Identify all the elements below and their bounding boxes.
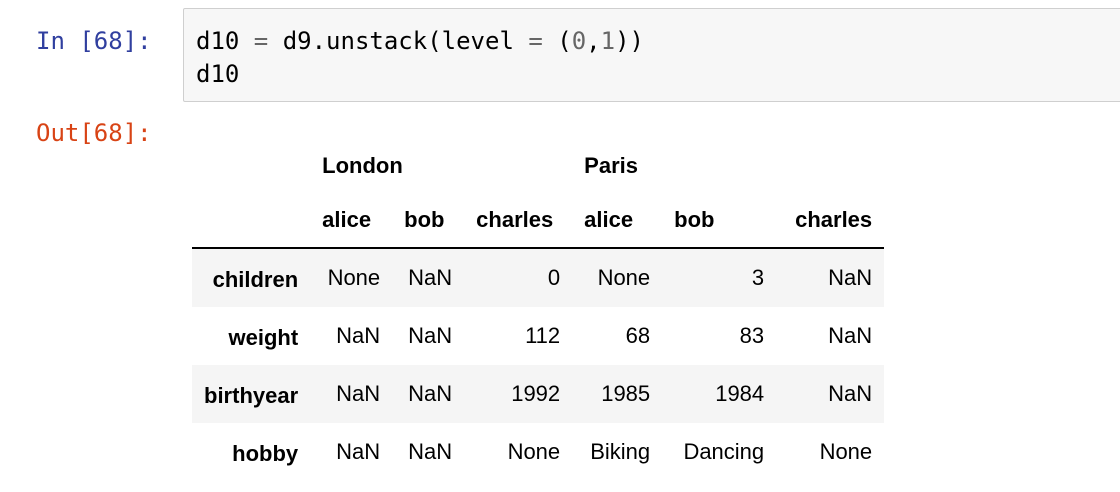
table-cell: 83: [739, 323, 765, 348]
table-cell: NaN: [408, 439, 453, 464]
column-header-level1: alice bob charles alice bob charles: [192, 193, 885, 249]
table-cell: NaN: [828, 265, 873, 290]
column-header: charles: [776, 193, 885, 249]
code-token: d9.unstack(level: [268, 27, 529, 55]
table-cell: 3: [751, 265, 765, 290]
code-token: d10: [196, 27, 254, 55]
column-group-london: London: [322, 153, 403, 178]
input-prompt: In [68]:: [36, 27, 152, 55]
column-group-paris: Paris: [584, 153, 638, 178]
code-number: 0: [571, 27, 587, 55]
table-cell: 1985: [601, 381, 651, 406]
code-token: (: [542, 27, 572, 55]
table-row: birthyear NaN NaN 1992 1985 1984 NaN: [192, 365, 885, 423]
table-cell: 0: [547, 265, 561, 290]
output-prompt: Out[68]:: [36, 119, 152, 147]
index-header-blank: [192, 139, 310, 193]
code-operator: =: [253, 27, 269, 55]
column-header: bob: [662, 193, 777, 249]
code-line-2: d10: [196, 60, 240, 88]
table-cell: NaN: [828, 381, 873, 406]
column-header: charles: [464, 193, 573, 249]
row-index: children: [212, 267, 299, 292]
table-cell: NaN: [408, 323, 453, 348]
row-index: birthyear: [204, 383, 299, 408]
index-header-blank: [192, 193, 311, 249]
table-cell: None: [327, 265, 381, 290]
table-cell: None: [507, 439, 561, 464]
table-cell: 68: [625, 323, 651, 348]
table-cell: NaN: [336, 381, 381, 406]
table-cell: 112: [525, 323, 561, 348]
table-cell: NaN: [408, 265, 453, 290]
table-cell: Biking: [590, 439, 651, 464]
table-row: hobby NaN NaN None Biking Dancing None: [192, 423, 884, 481]
row-index: weight: [228, 325, 299, 350]
table-cell: Dancing: [683, 439, 765, 464]
table-cell: NaN: [408, 381, 453, 406]
row-index: hobby: [232, 441, 299, 466]
column-header: alice: [310, 193, 393, 249]
dataframe-table: London Paris alice bob charles alice bob…: [192, 139, 885, 481]
column-header: bob: [392, 193, 465, 249]
table-cell: None: [597, 265, 651, 290]
column-header-level0: London Paris: [192, 139, 884, 193]
table-cell: 1984: [715, 381, 765, 406]
column-header: alice: [572, 193, 663, 249]
code-operator: =: [528, 27, 543, 55]
code-token: ,: [586, 27, 601, 55]
table-cell: NaN: [336, 323, 381, 348]
code-token: )): [615, 27, 644, 55]
code-cell-input[interactable]: d10 = d9.unstack(level = (0,1)) d10: [183, 8, 1120, 102]
table-cell: 1992: [511, 381, 561, 406]
table-row: weight NaN NaN 112 68 83 NaN: [192, 307, 884, 365]
code-editor[interactable]: d10 = d9.unstack(level = (0,1)) d10: [196, 25, 644, 91]
table-cell: NaN: [828, 323, 873, 348]
table-cell: NaN: [336, 439, 381, 464]
table-row: children None NaN 0 None 3 NaN: [192, 248, 885, 307]
code-number: 1: [600, 27, 616, 55]
table-cell: None: [819, 439, 873, 464]
